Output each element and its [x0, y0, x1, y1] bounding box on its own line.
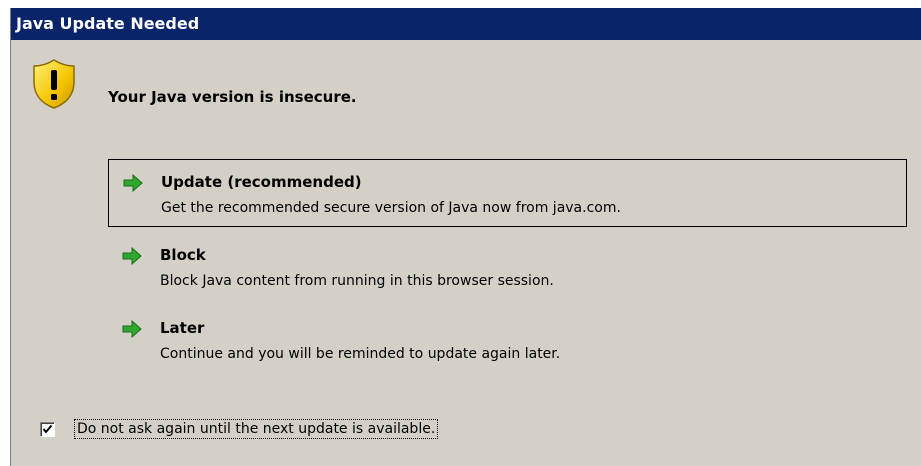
later-option-title: Later [160, 319, 205, 337]
warning-shield-icon [31, 58, 77, 110]
green-arrow-icon [121, 318, 143, 340]
block-option-title: Block [160, 246, 206, 264]
later-option[interactable]: Later Continue and you will be reminded … [108, 306, 907, 374]
do-not-ask-again-row[interactable]: Do not ask again until the next update i… [40, 419, 439, 439]
do-not-ask-again-checkbox[interactable] [40, 421, 55, 437]
green-arrow-icon [121, 245, 143, 267]
block-option-description: Block Java content from running in this … [160, 273, 554, 289]
later-option-description: Continue and you will be reminded to upd… [160, 346, 561, 362]
block-option[interactable]: Block Block Java content from running in… [108, 233, 907, 301]
update-option-description: Get the recommended secure version of Ja… [161, 200, 621, 216]
dialog-title: Java Update Needed [16, 14, 200, 33]
dialog-heading: Your Java version is insecure. [108, 88, 357, 106]
do-not-ask-again-label[interactable]: Do not ask again until the next update i… [73, 419, 439, 439]
checkmark-icon [42, 424, 53, 434]
green-arrow-icon [122, 172, 144, 194]
dialog-titlebar: Java Update Needed [11, 8, 921, 40]
update-option[interactable]: Update (recommended) Get the recommended… [108, 159, 907, 227]
update-option-title: Update (recommended) [161, 173, 362, 191]
java-update-dialog: Java Update Needed Your Java version is … [10, 8, 921, 466]
